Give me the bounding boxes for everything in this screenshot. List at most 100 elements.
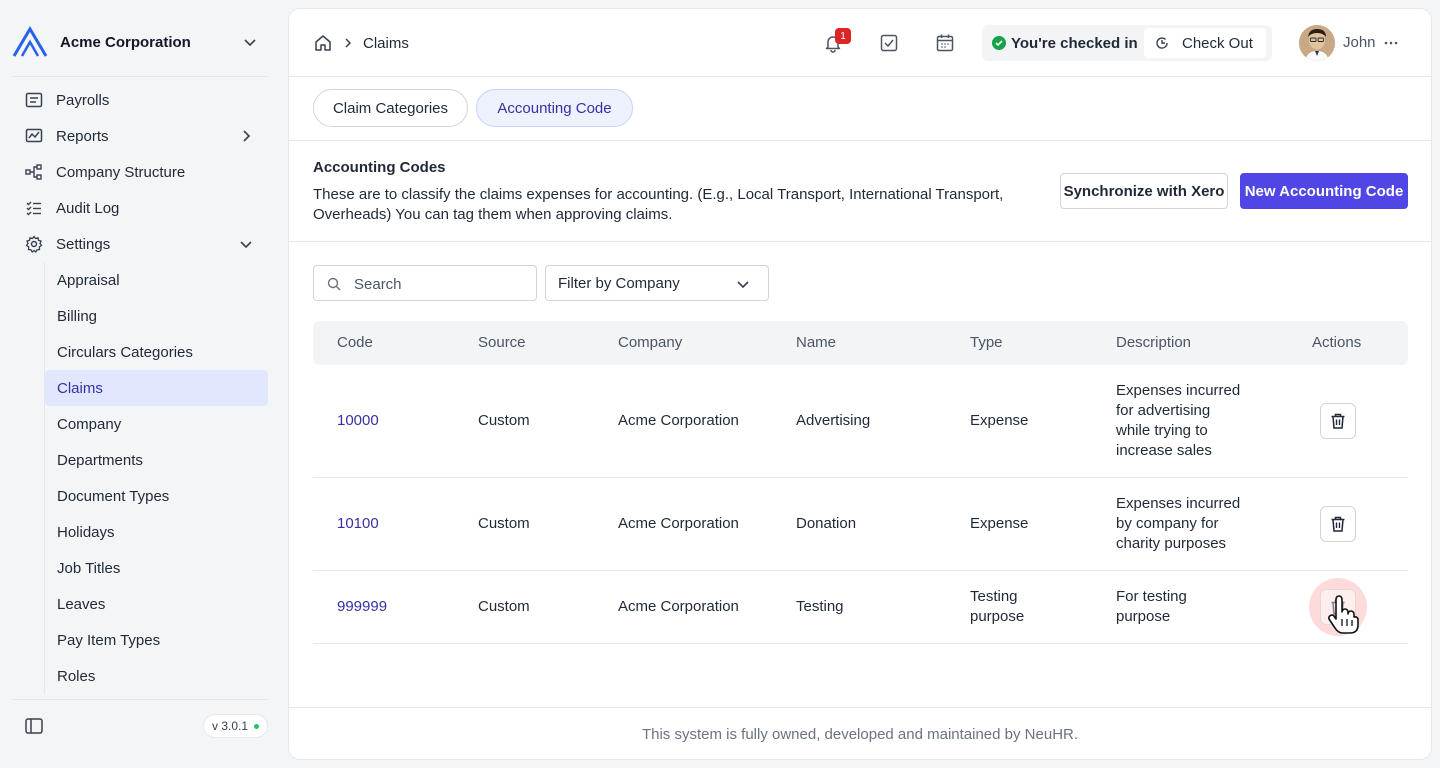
type-cell: Expense — [970, 515, 1029, 532]
structure-icon — [24, 162, 44, 182]
sidebar-item-company[interactable]: Company — [45, 406, 268, 442]
company-logo — [12, 26, 48, 57]
tab-accounting-code[interactable]: Accounting Code — [476, 89, 633, 127]
search-input[interactable] — [354, 274, 524, 294]
table-header: Code Source Company Name Type Descriptio… — [313, 321, 1408, 365]
notification-badge: 1 — [835, 28, 851, 44]
company-filter-label: Filter by Company — [558, 274, 680, 292]
sync-xero-button[interactable]: Synchronize with Xero — [1060, 173, 1228, 209]
code-link[interactable]: 10000 — [337, 411, 379, 431]
sidebar-item-document-types[interactable]: Document Types — [45, 478, 268, 514]
company-filter-select[interactable]: Filter by Company — [545, 265, 769, 301]
sidebar-item-label: Reports — [56, 127, 109, 145]
type-cell: Testing purpose — [970, 588, 1025, 625]
sidebar-item-leaves[interactable]: Leaves — [45, 586, 268, 622]
description-cell: Expenses incurred by company for charity… — [1116, 495, 1241, 552]
sidebar-item-departments[interactable]: Departments — [45, 442, 268, 478]
new-accounting-code-button[interactable]: New Accounting Code — [1240, 173, 1408, 209]
type-cell: Expense — [970, 412, 1029, 429]
chevron-down-icon[interactable] — [240, 32, 260, 52]
calendar-icon[interactable] — [935, 33, 955, 53]
footer-text: This system is fully owned, developed an… — [641, 726, 1079, 743]
home-icon[interactable] — [313, 33, 333, 53]
header: Claims 1 You're checked in Check Out Joh… — [289, 9, 1431, 77]
column-header-code: Code — [337, 334, 373, 351]
user-name[interactable]: John — [1343, 34, 1376, 51]
sidebar-item-billing[interactable]: Billing — [45, 298, 268, 334]
description-cell: For testing purpose — [1116, 588, 1187, 625]
chevron-down-icon — [240, 241, 252, 249]
check-out-button[interactable]: Check Out — [1144, 28, 1266, 58]
sidebar-item-label: Company Structure — [56, 163, 186, 181]
source-cell: Custom — [478, 515, 530, 532]
breadcrumb: Claims — [313, 33, 409, 53]
version-badge: v 3.0.1 — [203, 714, 269, 738]
tab-bar: Claim Categories Accounting Code — [289, 77, 1431, 141]
sidebar-item-label: Payrolls — [56, 91, 110, 109]
chevron-down-icon — [737, 281, 749, 289]
delete-button[interactable] — [1320, 506, 1356, 542]
gear-icon — [24, 234, 44, 254]
name-cell: Testing — [796, 598, 844, 615]
section-title: Accounting Codes — [313, 159, 446, 176]
check-circle-icon — [992, 36, 1006, 50]
avatar[interactable] — [1299, 25, 1335, 61]
sidebar-item-pay-item-types[interactable]: Pay Item Types — [45, 622, 268, 658]
code-link[interactable]: 10100 — [337, 514, 379, 534]
more-horizontal-icon[interactable] — [1381, 33, 1401, 53]
delete-button[interactable] — [1320, 403, 1356, 439]
accounting-codes-table: Code Source Company Name Type Descriptio… — [313, 321, 1408, 644]
table-row: 999999 Custom Acme Corporation Testing T… — [313, 571, 1408, 644]
clock-out-icon — [1156, 37, 1168, 49]
task-check-icon[interactable] — [879, 33, 899, 53]
status-dot — [254, 723, 260, 729]
sidebar: Acme Corporation Payrolls Reports Compan… — [0, 0, 280, 768]
chevron-right-icon — [243, 130, 251, 142]
sidebar-item-job-titles[interactable]: Job Titles — [45, 550, 268, 586]
sidebar-item-roles[interactable]: Roles — [45, 658, 268, 694]
description-cell: Expenses incurred for advertising while … — [1116, 382, 1241, 459]
section-description: These are to classify the claims expense… — [313, 186, 1004, 223]
search-icon — [327, 277, 341, 291]
section-header: Accounting Codes These are to classify t… — [289, 141, 1431, 242]
sidebar-item-settings[interactable]: Settings — [12, 226, 268, 262]
sidebar-nav: Payrolls Reports Company Structure Audit… — [12, 82, 268, 262]
sidebar-item-appraisal[interactable]: Appraisal — [45, 262, 268, 298]
company-cell: Acme Corporation — [618, 515, 739, 532]
main-panel: Claims 1 You're checked in Check Out Joh… — [288, 8, 1432, 760]
sidebar-item-company-structure[interactable]: Company Structure — [12, 154, 268, 190]
table-row: 10000 Custom Acme Corporation Advertisin… — [313, 365, 1408, 478]
column-header-description: Description — [1116, 334, 1192, 351]
company-cell: Acme Corporation — [618, 412, 739, 429]
column-header-name: Name — [796, 334, 837, 351]
sidebar-item-claims[interactable]: Claims — [45, 370, 268, 406]
divider — [12, 699, 268, 700]
version-text: v 3.0.1 — [212, 719, 249, 733]
settings-subnav: Appraisal Billing Circulars Categories C… — [44, 262, 268, 694]
reports-icon — [24, 126, 44, 146]
divider — [12, 76, 268, 77]
sidebar-item-payrolls[interactable]: Payrolls — [12, 82, 268, 118]
company-switcher[interactable]: Acme Corporation — [12, 24, 268, 60]
column-header-type: Type — [970, 334, 1003, 351]
table-row: 10100 Custom Acme Corporation Donation E… — [313, 478, 1408, 571]
sidebar-toggle-icon[interactable] — [24, 716, 44, 736]
sidebar-item-holidays[interactable]: Holidays — [45, 514, 268, 550]
footer: This system is fully owned, developed an… — [289, 707, 1431, 759]
name-cell: Donation — [796, 515, 857, 532]
checkin-text: You're checked in — [1011, 35, 1138, 52]
company-cell: Acme Corporation — [618, 598, 739, 615]
column-header-actions: Actions — [1312, 334, 1362, 351]
column-header-company: Company — [618, 334, 683, 351]
company-name: Acme Corporation — [60, 33, 191, 51]
sidebar-item-circulars-categories[interactable]: Circulars Categories — [45, 334, 268, 370]
code-link[interactable]: 999999 — [337, 597, 387, 617]
hand-pointer-icon — [1328, 595, 1359, 634]
payroll-icon — [24, 90, 44, 110]
source-cell: Custom — [478, 412, 530, 429]
sidebar-item-audit-log[interactable]: Audit Log — [12, 190, 268, 226]
sidebar-item-reports[interactable]: Reports — [12, 118, 268, 154]
trash-icon — [1331, 413, 1345, 429]
checkin-status: You're checked in Check Out — [982, 25, 1272, 61]
tab-claim-categories[interactable]: Claim Categories — [313, 89, 468, 127]
